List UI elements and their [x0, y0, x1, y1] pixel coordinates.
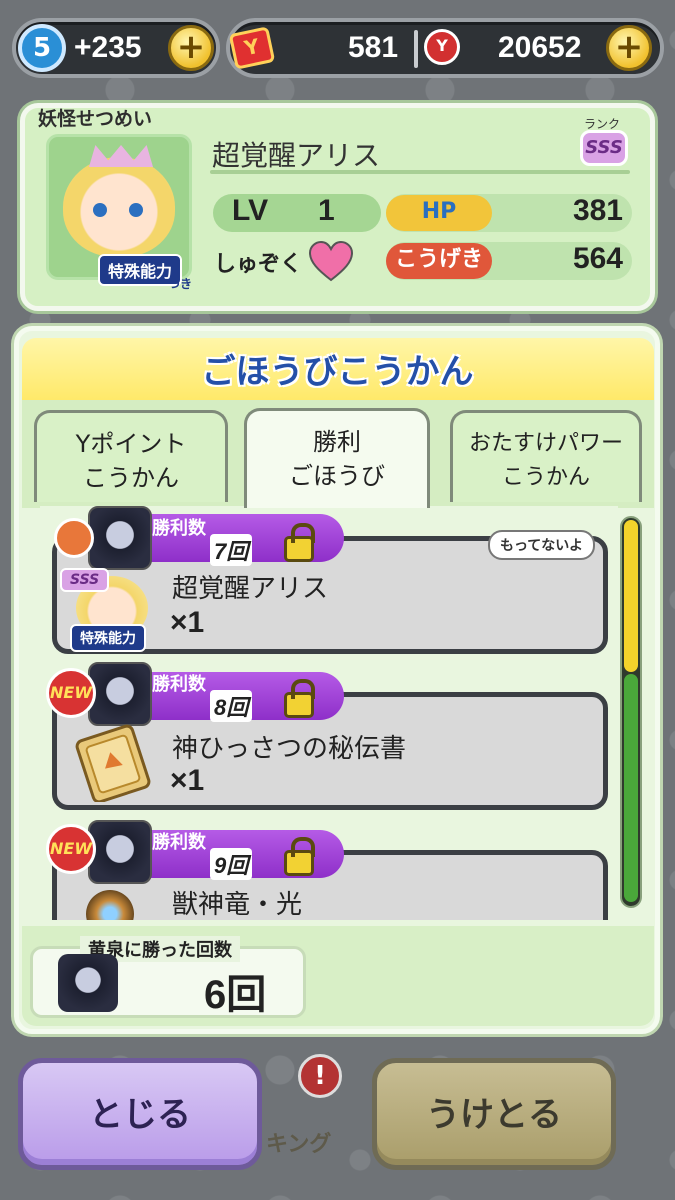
- reward-quantity: ×1: [170, 606, 205, 639]
- tab-label-line1: おたすけパワー: [468, 431, 623, 456]
- attack-badge: こうげき: [386, 243, 492, 279]
- rank-badge-small: SSS: [60, 568, 110, 592]
- reward-name: 神ひっさつの秘伝書: [172, 734, 407, 764]
- heart-tribe-icon: [308, 240, 354, 282]
- attack-label: こうげき: [394, 247, 483, 272]
- special-ability-tag-small: 特殊能力: [70, 624, 146, 652]
- medal-icon: Y: [424, 29, 460, 65]
- add-spirit-button[interactable]: +: [168, 25, 214, 71]
- tab-helper-power-exchange[interactable]: おたすけパワー こうかん: [450, 410, 642, 502]
- character-name: 超覚醒アリス: [212, 139, 381, 172]
- hp-badge: HP: [386, 195, 492, 231]
- plus-icon: +: [176, 27, 206, 67]
- reward-quantity: ×1: [170, 764, 205, 797]
- currency-separator: [414, 30, 418, 68]
- close-button[interactable]: とじる: [18, 1058, 262, 1170]
- background-alert-badge: !: [298, 1054, 342, 1098]
- character-face-image: [63, 157, 175, 257]
- status-bar: 5 +235 + Y 581 Y 20652 +: [0, 0, 675, 100]
- new-badge: NEW: [46, 824, 96, 874]
- win-count-label: 勝利数: [152, 674, 206, 695]
- scrollbar-thumb[interactable]: [624, 520, 638, 672]
- win-count-label: 勝利数: [152, 832, 206, 853]
- receive-button[interactable]: うけとる: [372, 1058, 616, 1170]
- opponent-avatar: [88, 506, 152, 570]
- secret-book-icon: [75, 724, 151, 802]
- win-count-value: 9回: [210, 848, 253, 880]
- attack-value: 564: [572, 242, 623, 275]
- medal-count: 20652: [498, 31, 582, 64]
- lock-icon: [284, 679, 315, 718]
- tab-label-line1: 勝利: [313, 428, 361, 456]
- tab-ypoint-exchange[interactable]: Yポイント こうかん: [34, 410, 228, 502]
- add-medal-button[interactable]: +: [606, 25, 652, 71]
- tab-label-line2: こうかん: [83, 464, 179, 492]
- crown-icon: [89, 145, 153, 167]
- flag-badge-icon: [54, 518, 94, 558]
- lock-icon: [284, 523, 315, 562]
- tribe-label: しゅぞく: [214, 252, 303, 277]
- dragon-icon: [80, 884, 140, 920]
- spirit-points: +235: [74, 31, 142, 64]
- plus-icon: +: [614, 27, 644, 67]
- hp-label: HP: [421, 199, 457, 224]
- reward-name: 超覚醒アリス: [172, 574, 329, 604]
- yomi-avatar: [58, 954, 118, 1012]
- spirit-level-icon: 5: [18, 24, 66, 72]
- hp-value: 381: [572, 194, 623, 227]
- not-owned-bubble: もってないよ: [488, 530, 596, 560]
- special-ability-sub: つき: [168, 277, 193, 291]
- tab-victory-rewards[interactable]: 勝利 ごほうび: [244, 408, 430, 508]
- opponent-avatar: [88, 662, 152, 726]
- new-badge: NEW: [46, 668, 96, 718]
- rank-value: SSS: [585, 137, 623, 158]
- level-label: LV: [232, 194, 269, 227]
- tab-label-line1: Yポイント: [75, 430, 187, 458]
- ticket-count: 581: [348, 31, 399, 64]
- level-value: 1: [318, 194, 335, 227]
- scrollbar-fill: [624, 674, 638, 902]
- info-heading: 妖怪せつめい: [38, 108, 153, 130]
- window-title: ごほうびこうかん: [201, 352, 474, 392]
- tab-label-line2: こうかん: [501, 465, 590, 490]
- win-count-value: 8回: [210, 690, 253, 722]
- name-divider: [210, 170, 630, 174]
- win-count-value: 7回: [210, 534, 253, 566]
- wins-count-value: 6回: [204, 973, 267, 1017]
- background-partial-text: キング: [266, 1132, 332, 1157]
- lock-icon: [284, 837, 315, 876]
- opponent-avatar: [88, 820, 152, 884]
- reward-name: 獣神竜・光: [172, 890, 303, 920]
- spirit-level: 5: [32, 33, 52, 63]
- win-count-label: 勝利数: [152, 518, 206, 539]
- tab-label-line2: ごほうび: [289, 462, 385, 490]
- rank-badge: SSS: [580, 130, 628, 166]
